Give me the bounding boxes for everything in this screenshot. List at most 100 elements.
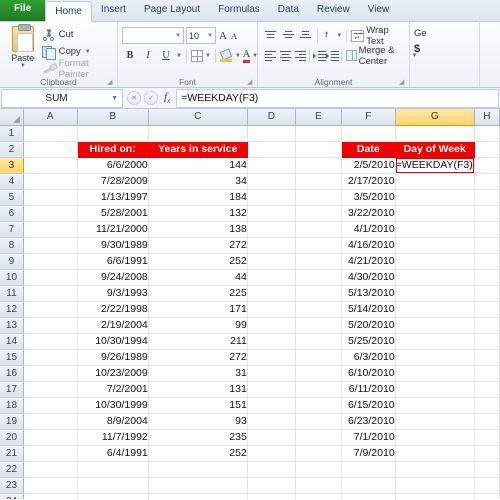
- cell-G6[interactable]: [395, 205, 475, 222]
- cell-G21[interactable]: [395, 445, 475, 462]
- cell-H11[interactable]: [474, 285, 500, 302]
- cell-B9[interactable]: 6/6/1991: [77, 253, 149, 270]
- spreadsheet-grid[interactable]: ABCDEFGH 1 2 Hired on: Years in service Date…: [0, 109, 500, 499]
- cell-C6[interactable]: 132: [148, 205, 248, 222]
- cell-A16[interactable]: [23, 365, 78, 382]
- row-header-16[interactable]: 16: [0, 365, 24, 382]
- cell-C5[interactable]: 184: [148, 189, 248, 206]
- cell-F21[interactable]: 7/9/2010: [341, 445, 396, 462]
- cell-B2[interactable]: Hired on:: [77, 141, 149, 158]
- cell-G7[interactable]: [395, 221, 475, 238]
- chevron-down-icon[interactable]: ▼: [111, 95, 122, 102]
- tab-formulas[interactable]: Formulas: [209, 0, 269, 21]
- cell-A18[interactable]: [23, 397, 78, 414]
- cell-D12[interactable]: [247, 301, 296, 318]
- cell-G22[interactable]: [395, 461, 475, 478]
- column-header-g[interactable]: G: [395, 109, 475, 126]
- cell-A8[interactable]: [23, 237, 78, 254]
- row-header-2[interactable]: 2: [0, 141, 24, 158]
- cell-C17[interactable]: 131: [148, 381, 248, 398]
- align-top-button[interactable]: [262, 27, 278, 44]
- cell-H18[interactable]: [474, 397, 500, 414]
- cell-D17[interactable]: [247, 381, 296, 398]
- cell-A20[interactable]: [23, 429, 78, 446]
- row-header-20[interactable]: 20: [0, 429, 24, 446]
- cell-E1[interactable]: [295, 125, 342, 142]
- row-header-1[interactable]: 1: [0, 125, 24, 142]
- cell-G14[interactable]: [395, 333, 475, 350]
- cell-A17[interactable]: [23, 381, 78, 398]
- insert-function-icon[interactable]: fx: [162, 91, 176, 105]
- cell-G18[interactable]: [395, 397, 475, 414]
- cell-F20[interactable]: 7/1/2010: [341, 429, 396, 446]
- cell-B1[interactable]: [77, 125, 149, 142]
- row-header-3[interactable]: 3: [0, 157, 24, 174]
- cell-D1[interactable]: [247, 125, 296, 142]
- cell-H16[interactable]: [474, 365, 500, 382]
- font-size-input[interactable]: 10 ▼: [186, 27, 216, 44]
- cell-E10[interactable]: [295, 269, 342, 286]
- row-header-17[interactable]: 17: [0, 381, 24, 398]
- cell-C16[interactable]: 31: [148, 365, 248, 382]
- chevron-down-icon[interactable]: ▼: [20, 63, 26, 69]
- cell-D15[interactable]: [247, 349, 296, 366]
- column-header-a[interactable]: A: [23, 109, 78, 126]
- accounting-format-button[interactable]: $: [414, 39, 420, 55]
- merge-center-button[interactable]: Merge & Center: [359, 45, 410, 67]
- cell-G8[interactable]: [395, 237, 475, 254]
- cell-C11[interactable]: 225: [148, 285, 248, 302]
- cell-B10[interactable]: 9/24/2008: [77, 269, 149, 286]
- cell-G3[interactable]: =WEEKDAY(F3): [395, 157, 475, 174]
- cell-H20[interactable]: [474, 429, 500, 446]
- tab-insert[interactable]: Insert: [92, 0, 135, 21]
- cell-F19[interactable]: 6/23/2010: [341, 413, 396, 430]
- chevron-down-icon[interactable]: ▼: [336, 33, 342, 39]
- cell-B15[interactable]: 9/26/1989: [77, 349, 149, 366]
- cell-D23[interactable]: [247, 477, 296, 494]
- row-header-24[interactable]: 24: [0, 493, 24, 499]
- cell-G1[interactable]: [395, 125, 475, 142]
- cell-A1[interactable]: [23, 125, 78, 142]
- cell-E11[interactable]: [295, 285, 342, 302]
- cell-B12[interactable]: 2/22/1998: [77, 301, 149, 318]
- cell-C3[interactable]: 144: [148, 157, 248, 174]
- chevron-down-icon[interactable]: ▼: [176, 53, 182, 59]
- cell-E20[interactable]: [295, 429, 342, 446]
- row-header-9[interactable]: 9: [0, 253, 24, 270]
- cell-B23[interactable]: [77, 477, 149, 494]
- row-header-19[interactable]: 19: [0, 413, 24, 430]
- cell-E4[interactable]: [295, 173, 342, 190]
- chevron-down-icon[interactable]: ▼: [235, 53, 241, 59]
- cell-G13[interactable]: [395, 317, 475, 334]
- cell-G5[interactable]: [395, 189, 475, 206]
- italic-button[interactable]: I: [140, 48, 156, 64]
- cell-E13[interactable]: [295, 317, 342, 334]
- cell-G10[interactable]: [395, 269, 475, 286]
- cell-B5[interactable]: 1/13/1997: [77, 189, 149, 206]
- cell-H17[interactable]: [474, 381, 500, 398]
- cell-A9[interactable]: [23, 253, 78, 270]
- cell-G4[interactable]: [395, 173, 475, 190]
- cell-H14[interactable]: [474, 333, 500, 350]
- cell-C7[interactable]: 138: [148, 221, 248, 238]
- cell-H7[interactable]: [474, 221, 500, 238]
- cell-G19[interactable]: [395, 413, 475, 430]
- cell-A12[interactable]: [23, 301, 78, 318]
- row-header-6[interactable]: 6: [0, 205, 24, 222]
- row-header-8[interactable]: 8: [0, 237, 24, 254]
- cell-C22[interactable]: [148, 461, 248, 478]
- fill-color-icon[interactable]: [219, 49, 233, 62]
- cell-A5[interactable]: [23, 189, 78, 206]
- chevron-down-icon[interactable]: ▼: [85, 49, 91, 55]
- cell-D4[interactable]: [247, 173, 296, 190]
- row-header-13[interactable]: 13: [0, 317, 24, 334]
- formula-input[interactable]: =WEEKDAY(F3): [176, 88, 499, 108]
- align-bottom-button[interactable]: [297, 27, 313, 44]
- cell-C12[interactable]: 171: [148, 301, 248, 318]
- cell-B4[interactable]: 7/28/2009: [77, 173, 149, 190]
- cell-D5[interactable]: [247, 189, 296, 206]
- cell-B22[interactable]: [77, 461, 149, 478]
- cell-G9[interactable]: [395, 253, 475, 270]
- cell-B16[interactable]: 10/23/2009: [77, 365, 149, 382]
- bold-button[interactable]: B: [122, 48, 138, 64]
